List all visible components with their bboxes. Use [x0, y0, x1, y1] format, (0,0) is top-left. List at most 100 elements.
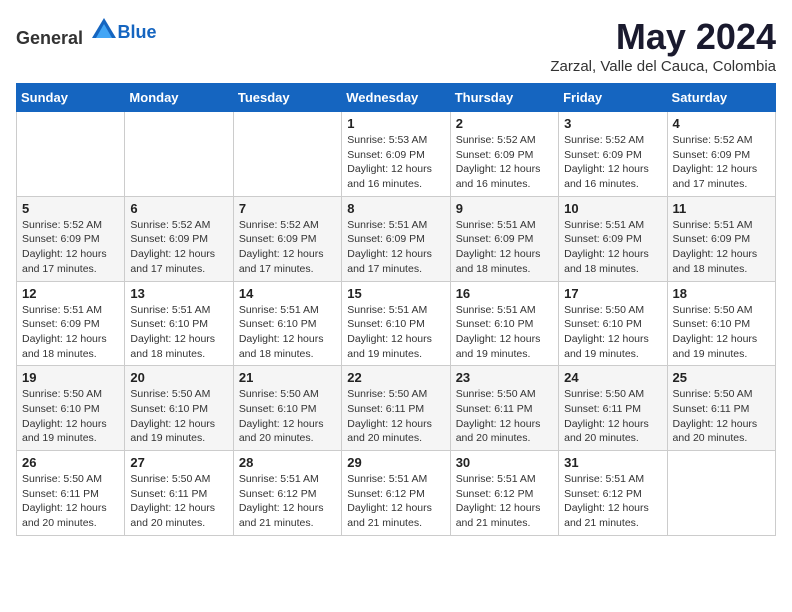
- day-cell: 22Sunrise: 5:50 AM Sunset: 6:11 PM Dayli…: [342, 366, 450, 451]
- day-number: 13: [130, 286, 227, 301]
- week-row-1: 1Sunrise: 5:53 AM Sunset: 6:09 PM Daylig…: [17, 112, 776, 197]
- day-number: 20: [130, 370, 227, 385]
- day-info: Sunrise: 5:51 AM Sunset: 6:09 PM Dayligh…: [564, 218, 661, 277]
- week-row-2: 5 Sunrise: 5:52 AM Sunset: 6:09 PM Daylig…: [17, 196, 776, 281]
- day-cell: 18Sunrise: 5:50 AM Sunset: 6:10 PM Dayli…: [667, 281, 775, 366]
- weekday-header-sunday: Sunday: [17, 84, 125, 112]
- day-cell: 3Sunrise: 5:52 AM Sunset: 6:09 PM Daylig…: [559, 112, 667, 197]
- day-cell: 8 Sunrise: 5:51 AM Sunset: 6:09 PM Daylig…: [342, 196, 450, 281]
- day-number: 5: [22, 201, 119, 216]
- day-info: Sunrise: 5:50 AM Sunset: 6:10 PM Dayligh…: [130, 387, 227, 446]
- day-number: 26: [22, 455, 119, 470]
- day-cell: 5Sunrise: 5:52 AM Sunset: 6:09 PM Daylig…: [17, 196, 125, 281]
- day-info: Sunrise: 5:51 AM Sunset: 6:10 PM Dayligh…: [347, 303, 444, 362]
- day-cell: [667, 451, 775, 536]
- weekday-header-thursday: Thursday: [450, 84, 558, 112]
- day-info: Sunrise: 5:52 AM Sunset: 6:09 PM Dayligh…: [673, 133, 770, 192]
- day-number: 24: [564, 370, 661, 385]
- day-number: 10: [564, 201, 661, 216]
- day-cell: 24 Sunrise: 5:50 AM Sunset: 6:11 PM Dayli…: [559, 366, 667, 451]
- day-info: Sunrise: 5:51 AM Sunset: 6:12 PM Dayligh…: [347, 472, 444, 531]
- day-number: 7: [239, 201, 336, 216]
- day-number: 8: [347, 201, 444, 216]
- day-info: Sunrise: 5:51 AM Sunset: 6:09 PM Dayligh…: [22, 303, 119, 362]
- day-cell: 29 Sunrise: 5:51 AM Sunset: 6:12 PM Dayli…: [342, 451, 450, 536]
- day-cell: 17Sunrise: 5:50 AM Sunset: 6:10 PM Dayli…: [559, 281, 667, 366]
- day-cell: 21 Sunrise: 5:50 AM Sunset: 6:10 PM Dayli…: [233, 366, 341, 451]
- day-number: 28: [239, 455, 336, 470]
- day-number: 4: [673, 116, 770, 131]
- week-row-5: 26 Sunrise: 5:50 AM Sunset: 6:11 PM Dayli…: [17, 451, 776, 536]
- day-info: Sunrise: 5:50 AM Sunset: 6:10 PM Dayligh…: [239, 387, 336, 446]
- day-number: 11: [673, 201, 770, 216]
- week-row-4: 19Sunrise: 5:50 AM Sunset: 6:10 PM Dayli…: [17, 366, 776, 451]
- month-title: May 2024: [550, 16, 776, 58]
- day-cell: 1Sunrise: 5:53 AM Sunset: 6:09 PM Daylig…: [342, 112, 450, 197]
- day-cell: 23 Sunrise: 5:50 AM Sunset: 6:11 PM Dayli…: [450, 366, 558, 451]
- day-cell: [17, 112, 125, 197]
- day-cell: 12 Sunrise: 5:51 AM Sunset: 6:09 PM Dayli…: [17, 281, 125, 366]
- logo-blue: Blue: [118, 22, 157, 42]
- day-number: 27: [130, 455, 227, 470]
- day-number: 23: [456, 370, 553, 385]
- day-cell: 26 Sunrise: 5:50 AM Sunset: 6:11 PM Dayli…: [17, 451, 125, 536]
- day-number: 21: [239, 370, 336, 385]
- day-number: 14: [239, 286, 336, 301]
- day-info: Sunrise: 5:51 AM Sunset: 6:09 PM Dayligh…: [673, 218, 770, 277]
- day-number: 30: [456, 455, 553, 470]
- day-info: Sunrise: 5:51 AM Sunset: 6:10 PM Dayligh…: [130, 303, 227, 362]
- day-number: 29: [347, 455, 444, 470]
- day-cell: 28 Sunrise: 5:51 AM Sunset: 6:12 PM Dayli…: [233, 451, 341, 536]
- weekday-header-monday: Monday: [125, 84, 233, 112]
- day-info: Sunrise: 5:51 AM Sunset: 6:12 PM Dayligh…: [456, 472, 553, 531]
- weekday-header-saturday: Saturday: [667, 84, 775, 112]
- day-number: 6: [130, 201, 227, 216]
- day-number: 3: [564, 116, 661, 131]
- calendar-table: SundayMondayTuesdayWednesdayThursdayFrid…: [16, 83, 776, 536]
- logo-icon: [90, 16, 118, 44]
- day-info: Sunrise: 5:50 AM Sunset: 6:11 PM Dayligh…: [130, 472, 227, 531]
- day-number: 17: [564, 286, 661, 301]
- day-cell: 27 Sunrise: 5:50 AM Sunset: 6:11 PM Dayli…: [125, 451, 233, 536]
- day-info: Sunrise: 5:52 AM Sunset: 6:09 PM Dayligh…: [456, 133, 553, 192]
- day-number: 25: [673, 370, 770, 385]
- day-cell: 15 Sunrise: 5:51 AM Sunset: 6:10 PM Dayli…: [342, 281, 450, 366]
- day-number: 16: [456, 286, 553, 301]
- location-title: Zarzal, Valle del Cauca, Colombia: [550, 58, 776, 75]
- day-cell: 2 Sunrise: 5:52 AM Sunset: 6:09 PM Daylig…: [450, 112, 558, 197]
- day-number: 15: [347, 286, 444, 301]
- page-header: General Blue May 2024 Zarzal, Valle del …: [16, 16, 776, 75]
- day-number: 18: [673, 286, 770, 301]
- day-cell: 13 Sunrise: 5:51 AM Sunset: 6:10 PM Dayli…: [125, 281, 233, 366]
- day-cell: [233, 112, 341, 197]
- week-row-3: 12 Sunrise: 5:51 AM Sunset: 6:09 PM Dayli…: [17, 281, 776, 366]
- day-cell: 11 Sunrise: 5:51 AM Sunset: 6:09 PM Dayli…: [667, 196, 775, 281]
- weekday-header-row: SundayMondayTuesdayWednesdayThursdayFrid…: [17, 84, 776, 112]
- day-info: Sunrise: 5:50 AM Sunset: 6:11 PM Dayligh…: [456, 387, 553, 446]
- day-number: 9: [456, 201, 553, 216]
- day-info: Sunrise: 5:51 AM Sunset: 6:09 PM Dayligh…: [456, 218, 553, 277]
- day-info: Sunrise: 5:50 AM Sunset: 6:11 PM Dayligh…: [22, 472, 119, 531]
- day-info: Sunrise: 5:51 AM Sunset: 6:12 PM Dayligh…: [239, 472, 336, 531]
- day-number: 12: [22, 286, 119, 301]
- day-info: Sunrise: 5:50 AM Sunset: 6:11 PM Dayligh…: [673, 387, 770, 446]
- day-cell: 6 Sunrise: 5:52 AM Sunset: 6:09 PM Daylig…: [125, 196, 233, 281]
- day-cell: 16 Sunrise: 5:51 AM Sunset: 6:10 PM Dayli…: [450, 281, 558, 366]
- day-cell: 25 Sunrise: 5:50 AM Sunset: 6:11 PM Dayli…: [667, 366, 775, 451]
- day-info: Sunrise: 5:51 AM Sunset: 6:09 PM Dayligh…: [347, 218, 444, 277]
- day-cell: 10 Sunrise: 5:51 AM Sunset: 6:09 PM Dayli…: [559, 196, 667, 281]
- day-info: Sunrise: 5:50 AM Sunset: 6:11 PM Dayligh…: [347, 387, 444, 446]
- day-number: 1: [347, 116, 444, 131]
- day-info: Sunrise: 5:51 AM Sunset: 6:12 PM Dayligh…: [564, 472, 661, 531]
- logo-general: General: [16, 28, 83, 48]
- day-info: Sunrise: 5:50 AM Sunset: 6:10 PM Dayligh…: [22, 387, 119, 446]
- weekday-header-tuesday: Tuesday: [233, 84, 341, 112]
- day-info: Sunrise: 5:50 AM Sunset: 6:11 PM Dayligh…: [564, 387, 661, 446]
- day-info: Sunrise: 5:52 AM Sunset: 6:09 PM Dayligh…: [239, 218, 336, 277]
- day-info: Sunrise: 5:52 AM Sunset: 6:09 PM Dayligh…: [130, 218, 227, 277]
- day-cell: [125, 112, 233, 197]
- day-info: Sunrise: 5:51 AM Sunset: 6:10 PM Dayligh…: [239, 303, 336, 362]
- day-info: Sunrise: 5:51 AM Sunset: 6:10 PM Dayligh…: [456, 303, 553, 362]
- day-number: 2: [456, 116, 553, 131]
- day-number: 31: [564, 455, 661, 470]
